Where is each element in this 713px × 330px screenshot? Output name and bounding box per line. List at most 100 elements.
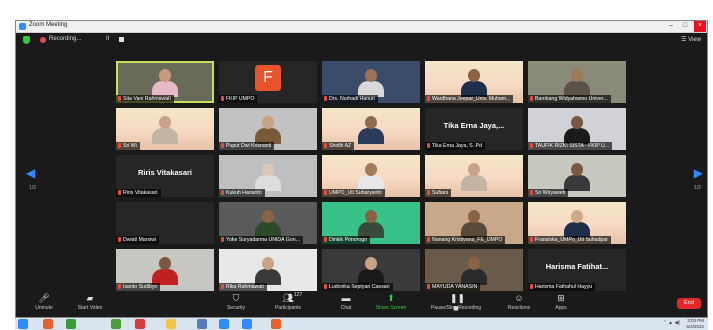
participant-tile[interactable]: Tika Erna Jaya,... Tika Erna Jaya, S. Pd <box>425 108 523 150</box>
end-meeting-button[interactable]: End <box>677 298 701 309</box>
participant-tile[interactable]: Drs. Nurhadi Hanuri <box>322 61 420 103</box>
previous-page-arrow-icon[interactable]: ◀ <box>26 166 35 180</box>
participant-tile[interactable]: Ludovika Septyan Caesari <box>322 249 420 291</box>
participant-tile[interactable]: Sri Wiryaweti <box>528 155 626 197</box>
participant-name: Sita Vani Rahmawati <box>123 96 171 102</box>
taskbar-app-icon[interactable] <box>197 319 207 329</box>
participant-nameplate: TAUFIK RIZKI SISTA - FKIP U... <box>528 142 613 150</box>
participant-video-feed <box>564 67 590 97</box>
muted-mic-icon <box>530 284 533 289</box>
taskbar-app-icon[interactable] <box>111 319 121 329</box>
chat-button[interactable]: ▬ Chat <box>326 293 366 311</box>
participant-name: FKIP UMPO <box>226 96 255 102</box>
participant-tile[interactable]: Dwiati Marsiwi <box>116 202 214 244</box>
participant-tile[interactable]: Dinkik Ponorogo <box>322 202 420 244</box>
apps-button[interactable]: ⊞ Apps <box>541 293 581 311</box>
apps-icon: ⊞ <box>557 293 565 303</box>
muted-mic-icon <box>427 96 430 101</box>
pause-recording-button[interactable]: II <box>106 36 109 42</box>
stop-recording-button[interactable] <box>119 37 124 42</box>
participant-name: Nanang Kristiyana_FE_UMPO <box>432 237 503 243</box>
participant-avatar: F <box>255 65 281 91</box>
participant-video-feed <box>358 161 384 191</box>
system-tray-icons[interactable]: ⌃ ▲ ◀) <box>663 320 680 326</box>
meeting-toolbar: 🎤︎ Unmute ▰ Start Video ⛉ Security 👥︎ 12… <box>16 291 707 317</box>
participant-tile[interactable]: Sufiani <box>425 155 523 197</box>
taskbar-app-icon[interactable] <box>18 319 28 329</box>
participant-nameplate: Wardhana Jeepar_Univ. Muham... <box>425 95 514 103</box>
participant-tile[interactable]: TAUFIK RIZKI SISTA - FKIP U... <box>528 108 626 150</box>
participant-video-feed <box>461 255 487 285</box>
share-screen-icon: ⬆ <box>387 293 395 303</box>
windows-taskbar: ⌃ ▲ ◀) 3:03 PM 5/4/2022 <box>15 318 708 330</box>
recording-dot-icon <box>40 37 46 43</box>
share-screen-button[interactable]: ⬆ Share Screen <box>371 293 411 311</box>
taskbar-app-icon[interactable] <box>43 319 53 329</box>
muted-mic-icon <box>427 143 430 148</box>
participant-tile[interactable]: MAYUDA YANASIN <box>425 249 523 291</box>
participant-tile[interactable]: Wardhana Jeepar_Univ. Muham... <box>425 61 523 103</box>
taskbar-app-icon[interactable] <box>219 319 229 329</box>
muted-mic-icon <box>530 143 533 148</box>
participant-video-feed <box>461 161 487 191</box>
reactions-button[interactable]: ☺ Reactions <box>499 293 539 311</box>
participant-tile[interactable]: Riris Vitakasari Riris Vitakasari <box>116 155 214 197</box>
participant-name: Riris Vitakasari <box>123 190 158 196</box>
security-shield-icon[interactable] <box>23 36 30 44</box>
participant-tile[interactable]: Puput Dwi Krisnanti <box>219 108 317 150</box>
participant-tile[interactable]: Rika Rahmawati <box>219 249 317 291</box>
participant-video-feed <box>255 255 281 285</box>
pause-stop-recording-button[interactable]: ❚❚ ■ Pause/Stop Recording <box>428 293 484 313</box>
participant-tile[interactable]: F FKIP UMPO <box>219 61 317 103</box>
participant-name: Ludovika Septyan Caesari <box>329 284 390 290</box>
participant-tile[interactable]: UMPO_Uti Suharyanto <box>322 155 420 197</box>
start-video-button[interactable]: ▰ Start Video <box>70 293 110 311</box>
close-button[interactable]: × <box>694 21 706 32</box>
participant-tile[interactable]: Sita Vani Rahmawati <box>116 61 214 103</box>
zoom-window: Zoom Meeting – □ × Recording... II ☰ Vie… <box>15 20 708 318</box>
participant-name: Rika Rahmawati <box>226 284 264 290</box>
window-title: Zoom Meeting <box>29 22 68 28</box>
taskbar-app-icon[interactable] <box>135 319 145 329</box>
participant-nameplate: Fransiska_UMPo_Uti Suhadpar <box>528 236 611 244</box>
participant-tile[interactable]: Kukuh Harianto <box>219 155 317 197</box>
recording-label: Recording... <box>49 36 82 42</box>
participant-name: Isanto Sudibyo <box>123 284 158 290</box>
participant-tile[interactable]: Sri Wi <box>116 108 214 150</box>
participant-name: Sri Wiryaweti <box>535 190 566 196</box>
participant-nameplate: UMPO_Uti Suharyanto <box>322 189 385 197</box>
muted-mic-icon <box>427 190 430 195</box>
participant-nameplate: Dwiati Marsiwi <box>116 236 160 244</box>
participant-name: Tika Erna Jaya, S. Pd <box>432 143 482 149</box>
participant-tile[interactable]: Harisma Fatihat... Harisma Fathahul Hayyu <box>528 249 626 291</box>
unmute-button[interactable]: 🎤︎ Unmute <box>24 293 64 311</box>
participant-tile[interactable]: Fransiska_UMPo_Uti Suhadpar <box>528 202 626 244</box>
participants-button[interactable]: 👥︎ 127 Participants <box>268 292 308 311</box>
view-button[interactable]: ☰ View <box>681 36 701 43</box>
participant-tile[interactable]: Isanto Sudibyo <box>116 249 214 291</box>
muted-mic-icon <box>221 237 224 242</box>
next-page-arrow-icon[interactable]: ▶ <box>694 166 703 180</box>
taskbar-app-icon[interactable] <box>166 319 176 329</box>
taskbar-app-icon[interactable] <box>271 319 281 329</box>
minimize-button[interactable]: – <box>665 21 677 32</box>
taskbar-clock[interactable]: 3:03 PM 5/4/2022 <box>686 318 704 329</box>
security-button[interactable]: ⛉ Security <box>216 293 256 311</box>
maximize-button[interactable]: □ <box>679 21 691 32</box>
taskbar-app-icon[interactable] <box>66 319 76 329</box>
clock-time: 3:03 PM <box>687 318 704 323</box>
page-indicator-right: 1/2 <box>694 185 701 191</box>
muted-mic-icon <box>427 284 430 289</box>
participant-video-feed <box>152 114 178 144</box>
participant-name: Fransiska_UMPo_Uti Suhadpar <box>535 237 608 243</box>
participant-tile[interactable]: Yoke Suryadarma UNIDA Gon... <box>219 202 317 244</box>
participant-tile[interactable]: Sholih AZ <box>322 108 420 150</box>
taskbar-app-icon[interactable] <box>242 319 252 329</box>
participant-display-name: Tika Erna Jaya,... <box>443 121 505 130</box>
participant-tile[interactable]: Nanang Kristiyana_FE_UMPO <box>425 202 523 244</box>
muted-mic-icon: 🎤︎ <box>38 293 50 303</box>
participant-video-feed <box>255 114 281 144</box>
participant-name: Sufiani <box>432 190 448 196</box>
participant-name: Yoke Suryadarma UNIDA Gon... <box>226 237 300 243</box>
participant-tile[interactable]: Bambang Widyahseno Univer... <box>528 61 626 103</box>
